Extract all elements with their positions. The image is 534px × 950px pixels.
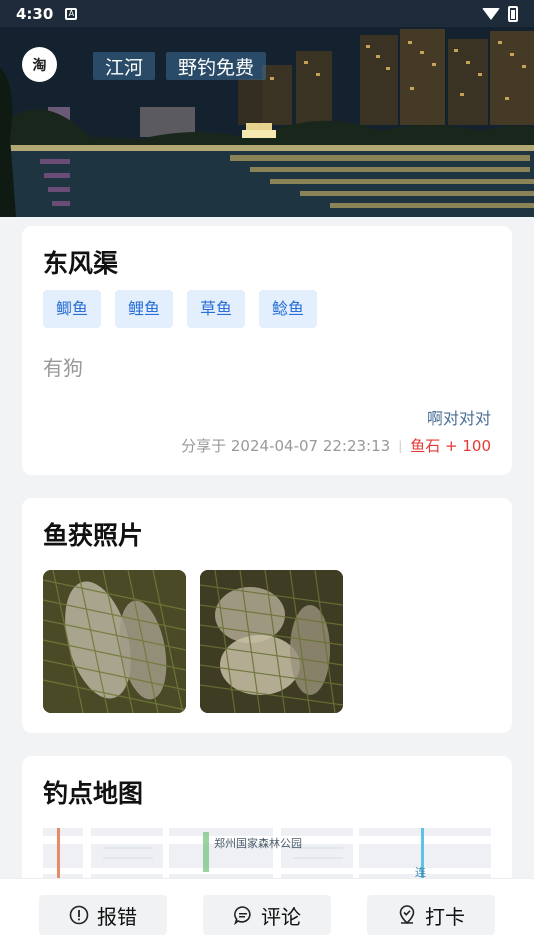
comment-label: 评论	[261, 904, 301, 929]
map-title: 钓点地图	[43, 779, 144, 808]
checkin-button[interactable]: 打卡	[367, 895, 495, 935]
share-timestamp: 分享于 2024-04-07 22:23:13	[181, 437, 391, 455]
share-info: 分享于 2024-04-07 22:23:13 | 鱼石 + 100	[181, 435, 491, 456]
map-poi-label: 郑州国家森林公园	[214, 836, 302, 850]
comment-button[interactable]: 评论	[203, 895, 331, 935]
fish-net-photo	[43, 570, 186, 713]
author-link[interactable]: 啊对对对	[427, 405, 491, 429]
status-icons	[482, 5, 518, 22]
fish-tag: 鲫鱼	[43, 290, 102, 328]
fish-species-list: 鲫鱼 鲤鱼 草鱼 鲶鱼	[43, 290, 318, 328]
spot-description: 有狗	[43, 356, 83, 380]
battery-icon	[508, 5, 518, 22]
bottom-action-bar: 报错 评论 打卡	[0, 878, 534, 950]
catch-photo[interactable]	[43, 570, 186, 713]
checkin-label: 打卡	[425, 904, 465, 929]
fish-tag: 草鱼	[187, 290, 246, 328]
fee-type-tag: 野钓免费	[166, 52, 267, 80]
spot-info-card: 东风渠 鲫鱼 鲤鱼 草鱼 鲶鱼 有狗 啊对对对 分享于 2024-04-07 2…	[22, 226, 512, 475]
photos-title: 鱼获照片	[43, 521, 144, 550]
report-error-label: 报错	[97, 904, 137, 929]
night-river-scene	[0, 27, 534, 217]
taobao-badge[interactable]: 淘	[22, 47, 57, 82]
separator: |	[398, 438, 403, 453]
notification-icon: A	[65, 7, 78, 20]
water-type-tag: 江河	[93, 52, 156, 80]
fish-net-photo	[200, 570, 343, 713]
comment-icon	[234, 906, 251, 925]
spot-name: 东风渠	[43, 249, 119, 278]
fish-tag: 鲤鱼	[115, 290, 174, 328]
status-bar: 4:30 A	[0, 0, 534, 27]
exclamation-circle-icon	[69, 905, 89, 925]
fish-tag: 鲶鱼	[259, 290, 318, 328]
location-check-icon	[399, 905, 415, 925]
photo-list	[43, 570, 343, 713]
wifi-icon	[482, 7, 500, 20]
reward-points: 鱼石 + 100	[410, 437, 491, 455]
catch-photo[interactable]	[200, 570, 343, 713]
catch-photos-card: 鱼获照片	[22, 498, 512, 733]
hero-image[interactable]: 淘 江河 野钓免费	[0, 27, 534, 217]
status-time: 4:30	[16, 4, 54, 23]
report-error-button[interactable]: 报错	[39, 895, 167, 935]
